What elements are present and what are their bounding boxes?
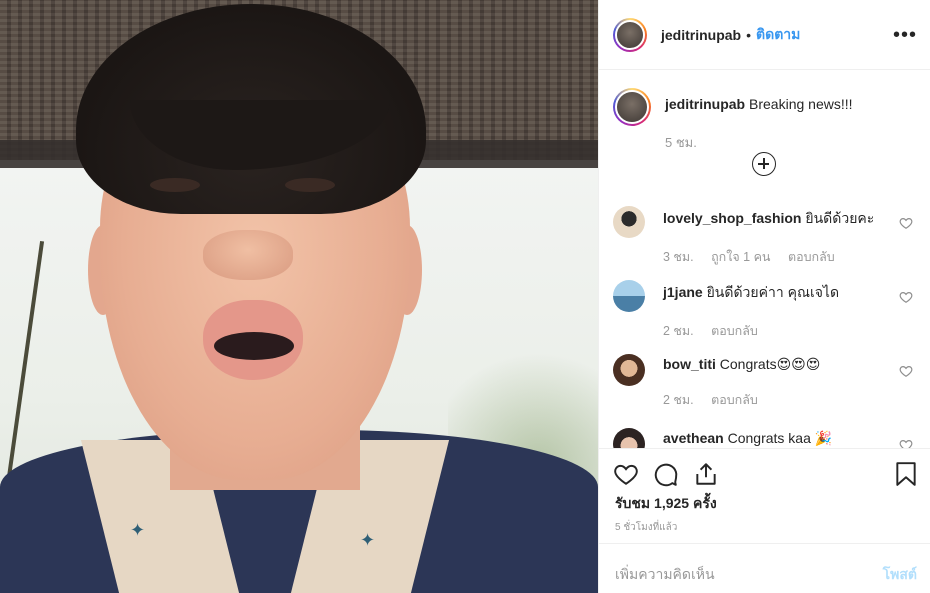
- eye-right: [285, 178, 335, 192]
- caption-text: Breaking news!!!: [749, 96, 853, 112]
- post-sidebar: jeditrinupab • ติดตาม ••• jeditrinupab B…: [598, 0, 930, 593]
- comment-reply-button[interactable]: ตอบกลับ: [711, 324, 758, 338]
- comment-text: ยินดีด้วยค่าา คุณเจได: [706, 284, 840, 300]
- caption-avatar[interactable]: [613, 88, 651, 126]
- post-comment-button[interactable]: โพสต์: [883, 564, 917, 586]
- author-avatar[interactable]: [613, 17, 647, 52]
- comment-reply-button[interactable]: ตอบกลับ: [788, 250, 835, 264]
- post-header: jeditrinupab • ติดตาม •••: [599, 0, 930, 70]
- caption-username[interactable]: jeditrinupab: [665, 96, 745, 112]
- comment-avatar[interactable]: [613, 354, 645, 386]
- comment-time[interactable]: 3 ชม.: [663, 250, 694, 264]
- author-username[interactable]: jeditrinupab: [661, 27, 741, 43]
- follow-button[interactable]: ติดตาม: [756, 24, 800, 46]
- post-actions: รับชม 1,925 ครั้ง 5 ชั่วโมงที่แล้ว เพิ่ม…: [599, 448, 930, 593]
- comment-username[interactable]: avethean: [663, 430, 724, 446]
- nose: [203, 230, 293, 280]
- comments-list[interactable]: jeditrinupab Breaking news!!! 5 ชม. love…: [599, 70, 930, 448]
- separator-dot: •: [746, 26, 752, 43]
- comment-username[interactable]: j1jane: [663, 284, 703, 300]
- caption-time[interactable]: 5 ชม.: [665, 135, 697, 150]
- comment-input[interactable]: เพิ่มความคิดเห็น: [615, 564, 715, 586]
- comment: avethean Congrats kaa 🎉: [613, 428, 923, 448]
- shirt-print: ✦: [130, 520, 146, 540]
- plus-circle-icon[interactable]: [752, 152, 776, 176]
- comment-username[interactable]: bow_titi: [663, 356, 716, 372]
- shirt-print: ✦: [360, 530, 376, 550]
- mouth-inner: [214, 332, 294, 360]
- heart-icon[interactable]: [899, 438, 913, 448]
- comment-text: Congrats kaa 🎉: [727, 430, 833, 446]
- comment-text: Congrats😍😍😍: [719, 356, 821, 372]
- add-comment-bar: เพิ่มความคิดเห็น โพสต์: [599, 543, 930, 593]
- comment-bubble-icon[interactable]: [653, 461, 679, 487]
- view-count[interactable]: รับชม 1,925 ครั้ง: [615, 493, 717, 515]
- post-video[interactable]: ✦ ✦: [0, 0, 598, 593]
- comment-time[interactable]: 2 ชม.: [663, 324, 694, 338]
- comment-likes[interactable]: ถูกใจ 1 คน: [711, 250, 770, 264]
- comment-username[interactable]: lovely_shop_fashion: [663, 210, 801, 226]
- instagram-post-modal: ✦ ✦ jeditrinupab • ติดตาม ••• jeditrinup…: [0, 0, 930, 593]
- comment-avatar[interactable]: [613, 428, 645, 448]
- caption: jeditrinupab Breaking news!!! 5 ชม.: [613, 88, 853, 153]
- heart-icon[interactable]: [899, 364, 913, 378]
- share-icon[interactable]: [693, 461, 719, 487]
- comment: j1jane ยินดีด้วยค่าา คุณเจได 2 ชม. ตอบกล…: [613, 280, 923, 341]
- heart-icon[interactable]: [899, 290, 913, 304]
- comment-avatar[interactable]: [613, 280, 645, 312]
- eye-left: [150, 178, 200, 192]
- comment-time[interactable]: 2 ชม.: [663, 393, 694, 407]
- comment-avatar[interactable]: [613, 206, 645, 238]
- heart-icon[interactable]: [899, 216, 913, 230]
- comment-reply-button[interactable]: ตอบกลับ: [711, 393, 758, 407]
- bookmark-icon[interactable]: [895, 461, 917, 487]
- post-time[interactable]: 5 ชั่วโมงที่แล้ว: [615, 520, 677, 535]
- comment-text: ยินดีด้วยคะ: [805, 210, 875, 226]
- like-heart-icon[interactable]: [613, 461, 639, 487]
- comment: lovely_shop_fashion ยินดีด้วยคะ 3 ชม. ถู…: [613, 206, 923, 267]
- more-horizontal-icon[interactable]: •••: [893, 24, 917, 47]
- comment: bow_titi Congrats😍😍😍 2 ชม. ตอบกลับ: [613, 354, 923, 410]
